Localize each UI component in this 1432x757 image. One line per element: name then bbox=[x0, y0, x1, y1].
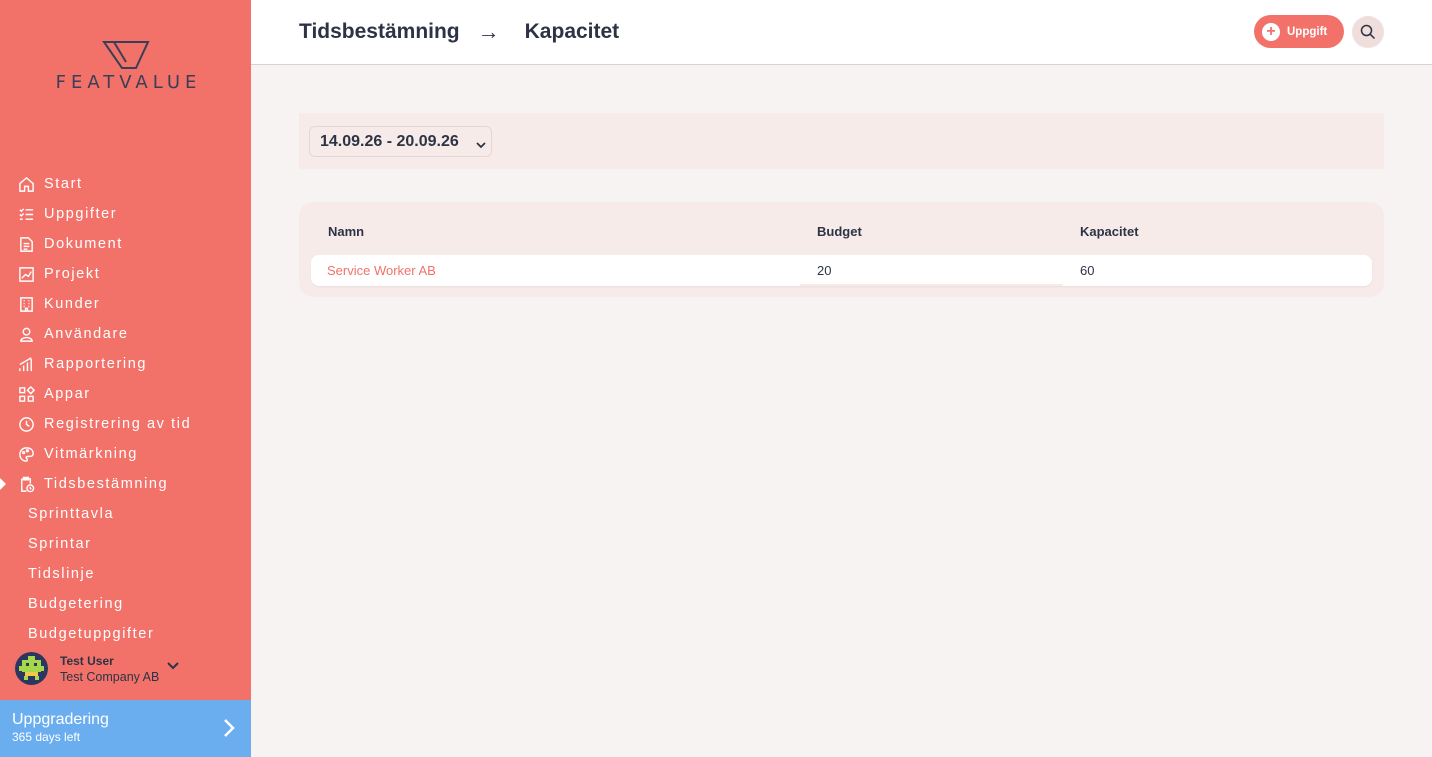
table-row[interactable]: Service Worker AB 20 60 bbox=[311, 255, 1372, 286]
sidebar-item-label: Användare bbox=[44, 326, 129, 342]
sidebar-item-kunder[interactable]: Kunder bbox=[0, 289, 251, 319]
breadcrumb-separator: → bbox=[477, 19, 500, 44]
apps-icon bbox=[17, 385, 35, 403]
capacity-table: Namn Budget Kapacitet Service Worker AB … bbox=[299, 202, 1384, 297]
sidebar-subitem-sprinttavla[interactable]: Sprinttavla bbox=[0, 499, 251, 529]
sidebar: FEATVALUE Start Uppgifter Dokument Proje… bbox=[0, 0, 251, 757]
date-range-select[interactable]: 14.09.26 - 20.09.26 bbox=[309, 126, 492, 157]
chevron-down-icon bbox=[476, 136, 486, 154]
sidebar-item-uppgifter[interactable]: Uppgifter bbox=[0, 199, 251, 229]
chevron-down-icon[interactable] bbox=[167, 657, 180, 675]
breadcrumb: Tidsbestämning → Kapacitet bbox=[299, 19, 619, 45]
sidebar-item-rapportering[interactable]: Rapportering bbox=[0, 349, 251, 379]
search-button[interactable] bbox=[1352, 16, 1384, 48]
user-company: Test Company AB bbox=[60, 669, 160, 684]
sidebar-item-label: Tidsbestämning bbox=[44, 476, 169, 492]
sidebar-item-label: Rapportering bbox=[44, 356, 148, 372]
palette-icon bbox=[17, 445, 35, 463]
clipboard-clock-icon bbox=[17, 475, 35, 493]
sidebar-item-anvandare[interactable]: Användare bbox=[0, 319, 251, 349]
column-header-budget: Budget bbox=[817, 224, 862, 239]
breadcrumb-parent[interactable]: Tidsbestämning bbox=[299, 20, 460, 44]
timer-icon bbox=[17, 415, 35, 433]
document-icon bbox=[17, 235, 35, 253]
user-name: Test User bbox=[60, 653, 114, 668]
sidebar-subitem-budgetuppgifter[interactable]: Budgetuppgifter bbox=[0, 619, 251, 649]
row-divider bbox=[800, 284, 1063, 286]
user-icon bbox=[17, 325, 35, 343]
sidebar-item-label: Appar bbox=[44, 386, 91, 402]
search-icon bbox=[1360, 24, 1376, 40]
column-header-capacity: Kapacitet bbox=[1080, 224, 1139, 239]
sidebar-item-appar[interactable]: Appar bbox=[0, 379, 251, 409]
pixel-avatar-icon bbox=[19, 656, 44, 680]
sidebar-item-label: Kunder bbox=[44, 296, 101, 312]
checklist-icon bbox=[17, 205, 35, 223]
chevron-right-icon bbox=[223, 718, 235, 743]
bar-chart-icon bbox=[17, 355, 35, 373]
logo-text: FEATVALUE bbox=[55, 72, 202, 93]
breadcrumb-current: Kapacitet bbox=[524, 20, 620, 43]
sidebar-item-label: Dokument bbox=[44, 236, 123, 252]
sidebar-subitem-sprintar[interactable]: Sprintar bbox=[0, 529, 251, 559]
add-task-button[interactable]: + Uppgift bbox=[1254, 15, 1344, 48]
row-budget: 20 bbox=[817, 263, 832, 278]
upgrade-days-left: 365 days left bbox=[12, 730, 81, 744]
featvalue-logo[interactable]: FEATVALUE bbox=[0, 40, 251, 93]
sidebar-item-start[interactable]: Start bbox=[0, 169, 251, 199]
row-capacity: 60 bbox=[1080, 263, 1095, 278]
sidebar-subitem-tidslinje[interactable]: Tidslinje bbox=[0, 559, 251, 589]
sidebar-subitem-budgetering[interactable]: Budgetering bbox=[0, 589, 251, 619]
filter-bar: 14.09.26 - 20.09.26 bbox=[299, 113, 1384, 169]
avatar bbox=[15, 652, 48, 685]
plus-icon: + bbox=[1262, 22, 1280, 41]
building-icon bbox=[17, 295, 35, 313]
sidebar-item-registrering-av-tid[interactable]: Registrering av tid bbox=[0, 409, 251, 439]
add-task-label: Uppgift bbox=[1287, 25, 1328, 38]
sidebar-item-label: Registrering av tid bbox=[44, 416, 192, 432]
home-icon bbox=[17, 175, 35, 193]
sidebar-item-label: Projekt bbox=[44, 266, 101, 282]
column-header-name: Namn bbox=[328, 224, 365, 239]
sidebar-item-label: Start bbox=[44, 176, 83, 192]
date-range-value: 14.09.26 - 20.09.26 bbox=[320, 132, 459, 150]
top-header: Tidsbestämning → Kapacitet + Uppgift bbox=[251, 0, 1432, 65]
upgrade-title: Uppgradering bbox=[12, 711, 109, 728]
row-name-link[interactable]: Service Worker AB bbox=[327, 263, 436, 278]
sidebar-item-label: Uppgifter bbox=[44, 206, 118, 222]
user-menu[interactable]: Test User Test Company AB bbox=[15, 652, 180, 685]
sidebar-item-projekt[interactable]: Projekt bbox=[0, 259, 251, 289]
sidebar-item-dokument[interactable]: Dokument bbox=[0, 229, 251, 259]
logo-mark-icon bbox=[101, 41, 150, 69]
sidebar-nav: Start Uppgifter Dokument Projekt Kunder … bbox=[0, 169, 251, 649]
upgrade-banner[interactable]: Uppgradering 365 days left bbox=[0, 700, 251, 757]
sidebar-item-label: Vitmärkning bbox=[44, 446, 138, 462]
sidebar-item-tidsbestamning[interactable]: Tidsbestämning bbox=[0, 469, 251, 499]
sidebar-item-vitmarkning[interactable]: Vitmärkning bbox=[0, 439, 251, 469]
chart-icon bbox=[17, 265, 35, 283]
